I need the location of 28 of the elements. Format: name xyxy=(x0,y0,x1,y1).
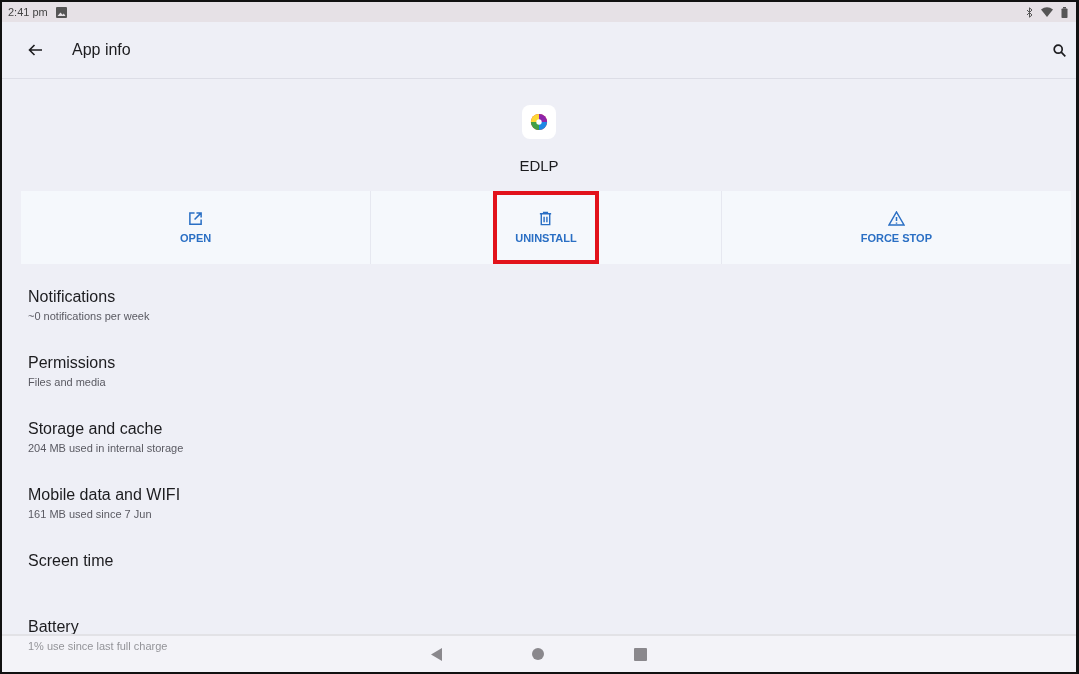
open-external-icon xyxy=(188,211,204,226)
page-title: App info xyxy=(72,41,131,59)
wifi-icon xyxy=(1041,7,1053,17)
setting-title[interactable]: Screen time xyxy=(28,552,114,570)
setting-subtitle: Files and media xyxy=(28,376,106,388)
setting-title[interactable]: Permissions xyxy=(28,354,116,372)
setting-title[interactable]: Notifications xyxy=(28,288,116,306)
back-arrow-icon[interactable] xyxy=(28,44,42,56)
setting-title[interactable]: Battery xyxy=(28,618,79,636)
bluetooth-icon xyxy=(1026,6,1033,18)
setting-subtitle: 1% use since last full charge xyxy=(28,640,168,652)
recents-square-icon[interactable] xyxy=(634,647,647,661)
warning-icon xyxy=(887,211,905,226)
setting-title[interactable]: Mobile data and WIFI xyxy=(28,486,181,504)
setting-subtitle: 161 MB used since 7 Jun xyxy=(28,508,152,520)
battery-icon xyxy=(1061,6,1068,18)
back-triangle-icon[interactable] xyxy=(431,647,442,661)
highlighted-action-button[interactable]: UNINSTALL xyxy=(493,191,599,264)
home-circle-icon[interactable] xyxy=(532,648,544,660)
trash-icon xyxy=(538,211,554,226)
setting-subtitle: ~0 notifications per week xyxy=(28,310,150,322)
image-icon xyxy=(55,6,67,18)
status-time: 2:41 pm xyxy=(8,6,48,18)
app-icon xyxy=(522,105,556,139)
setting-subtitle: 204 MB used in internal storage xyxy=(28,442,184,454)
search-icon[interactable] xyxy=(1053,43,1066,57)
setting-title[interactable]: Storage and cache xyxy=(28,420,163,438)
app-name: EDLP xyxy=(519,157,559,174)
